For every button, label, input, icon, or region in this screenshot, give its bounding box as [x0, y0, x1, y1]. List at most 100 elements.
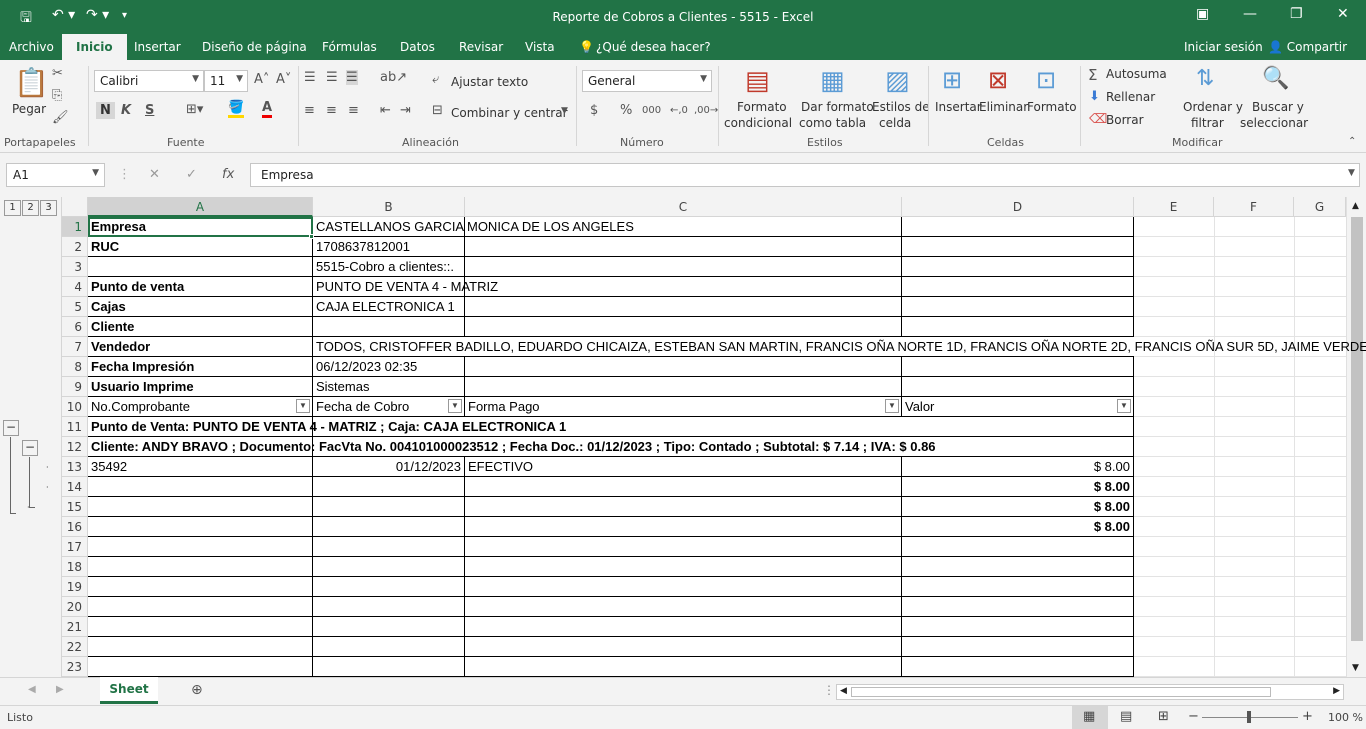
row-header[interactable]: 7	[62, 337, 88, 357]
close-button[interactable]: ✕	[1337, 6, 1349, 22]
row-header[interactable]: 11	[62, 417, 88, 437]
cell-b3[interactable]: 5515-Cobro a clientes::.	[313, 257, 465, 277]
column-header-d[interactable]: D	[902, 197, 1134, 217]
cell-c16[interactable]	[465, 517, 902, 537]
tab-revisar[interactable]: Revisar	[459, 40, 503, 54]
prev-sheet-icon[interactable]: ◀	[28, 684, 36, 695]
column-header-c[interactable]: C	[465, 197, 902, 217]
font-family-select[interactable]: Calibri ▼	[94, 70, 204, 92]
cell-a3[interactable]	[88, 257, 313, 277]
conditional-format-label1[interactable]: Formato	[737, 100, 787, 114]
scroll-up-icon[interactable]: ▲	[1352, 201, 1359, 211]
cell-d14[interactable]: $ 8.00	[902, 477, 1134, 497]
cell-b13[interactable]: 01/12/2023	[313, 457, 465, 477]
column-header-f[interactable]: F	[1214, 197, 1294, 217]
cell-b1[interactable]: CASTELLANOS GARCIA MONICA DE LOS ANGELES	[313, 217, 634, 237]
cell-a7[interactable]: Vendedor	[88, 337, 313, 357]
copy-icon[interactable]: ⎘	[52, 88, 62, 103]
decrease-indent-icon[interactable]: ⇤	[380, 103, 391, 118]
tab-vista[interactable]: Vista	[525, 40, 555, 54]
align-center-icon[interactable]: ≡	[326, 103, 337, 118]
cell-a18[interactable]	[88, 557, 313, 577]
increase-decimal-icon[interactable]: ←,0	[670, 105, 688, 116]
cell-a11[interactable]: Punto de Venta: PUNTO DE VENTA 4 - MATRI…	[88, 417, 566, 437]
row-header[interactable]: 22	[62, 637, 88, 657]
row-header[interactable]: 15	[62, 497, 88, 517]
filter-dropdown-icon[interactable]: ▼	[885, 399, 899, 413]
fill-button[interactable]: Rellenar	[1106, 90, 1155, 104]
tab-inicio[interactable]: Inicio	[62, 34, 127, 60]
row-header[interactable]: 19	[62, 577, 88, 597]
column-header-a[interactable]: A	[88, 197, 313, 217]
clear-button[interactable]: Borrar	[1106, 113, 1144, 127]
cell-c8[interactable]	[465, 357, 902, 377]
collapse-group-button[interactable]: −	[3, 420, 19, 436]
scroll-thumb[interactable]	[1351, 217, 1363, 641]
thousands-button[interactable]: 000	[642, 105, 661, 116]
sort-filter-label1[interactable]: Ordenar y	[1183, 100, 1243, 114]
row-header[interactable]: 16	[62, 517, 88, 537]
row-header[interactable]: 8	[62, 357, 88, 377]
cell-a6[interactable]: Cliente	[88, 317, 313, 337]
currency-button[interactable]: $	[590, 103, 598, 118]
row-header[interactable]: 13	[62, 457, 88, 477]
maximize-button[interactable]: ❐	[1290, 6, 1303, 22]
row-header[interactable]: 23	[62, 657, 88, 677]
insert-function-icon[interactable]: fx	[222, 167, 234, 182]
tab-insertar[interactable]: Insertar	[134, 40, 181, 54]
find-select-label1[interactable]: Buscar y	[1252, 100, 1304, 114]
cell-a1[interactable]: Empresa	[88, 217, 313, 237]
zoom-level[interactable]: 100 %	[1328, 711, 1363, 724]
decrease-decimal-icon[interactable]: ,00→	[694, 105, 718, 116]
cell-a20[interactable]	[88, 597, 313, 617]
cell-a22[interactable]	[88, 637, 313, 657]
cell-b5[interactable]: CAJA ELECTRONICA 1	[313, 297, 465, 317]
enter-icon[interactable]: ✓	[186, 167, 197, 182]
cell-a4[interactable]: Punto de venta	[88, 277, 313, 297]
cell-a9[interactable]: Usuario Imprime	[88, 377, 313, 397]
font-color-icon[interactable]: A	[262, 100, 273, 118]
add-sheet-icon[interactable]: ⊕	[191, 682, 203, 698]
number-format-select[interactable]: General ▼	[582, 70, 712, 92]
row-header[interactable]: 17	[62, 537, 88, 557]
cell-b14[interactable]	[313, 477, 465, 497]
scroll-right-icon[interactable]: ▶	[1333, 686, 1340, 696]
bold-button[interactable]: N	[96, 102, 115, 119]
scroll-down-icon[interactable]: ▼	[1352, 663, 1359, 673]
column-header-e[interactable]: E	[1134, 197, 1214, 217]
zoom-in-icon[interactable]: +	[1302, 709, 1313, 724]
signin-link[interactable]: Iniciar sesión	[1184, 40, 1263, 54]
cell-b23[interactable]	[313, 657, 465, 677]
cell-b18[interactable]	[313, 557, 465, 577]
increase-indent-icon[interactable]: ⇥	[400, 103, 411, 118]
cell-a10[interactable]: No.Comprobante ▼	[88, 397, 313, 417]
ribbon-display-icon[interactable]: ▣	[1196, 6, 1209, 22]
cut-icon[interactable]: ✂	[52, 66, 63, 81]
cell-d17[interactable]	[902, 537, 1134, 557]
cell-c5[interactable]	[465, 297, 902, 317]
cell-a21[interactable]	[88, 617, 313, 637]
cell-a16[interactable]	[88, 517, 313, 537]
cell-b8[interactable]: 06/12/2023 02:35	[313, 357, 465, 377]
align-middle-icon[interactable]: ☰	[326, 70, 338, 85]
format-painter-icon[interactable]: 🖌	[52, 110, 69, 125]
cell-b6[interactable]	[313, 317, 465, 337]
filter-dropdown-icon[interactable]: ▼	[448, 399, 462, 413]
paste-icon[interactable]: 📋	[14, 66, 49, 99]
format-table-label1[interactable]: Dar formato	[801, 100, 874, 114]
cell-b7[interactable]: TODOS, CRISTOFFER BADILLO, EDUARDO CHICA…	[313, 337, 1366, 357]
cell-d1[interactable]	[902, 217, 1134, 237]
collapse-group-button[interactable]: −	[22, 440, 38, 456]
tell-me-search[interactable]: ¿Qué desea hacer?	[596, 40, 711, 54]
tab-diseno[interactable]: Diseño de página	[202, 40, 307, 54]
cell-c23[interactable]	[465, 657, 902, 677]
expand-formula-icon[interactable]: ▼	[1348, 168, 1355, 178]
align-left-icon[interactable]: ≡	[304, 103, 315, 118]
row-header[interactable]: 18	[62, 557, 88, 577]
cell-c15[interactable]	[465, 497, 902, 517]
zoom-out-icon[interactable]: −	[1188, 709, 1199, 724]
normal-view-button[interactable]: ▦	[1072, 706, 1108, 729]
page-break-icon[interactable]: ⊞	[1158, 709, 1169, 724]
cell-d22[interactable]	[902, 637, 1134, 657]
cell-d10[interactable]: Valor ▼	[902, 397, 1134, 417]
